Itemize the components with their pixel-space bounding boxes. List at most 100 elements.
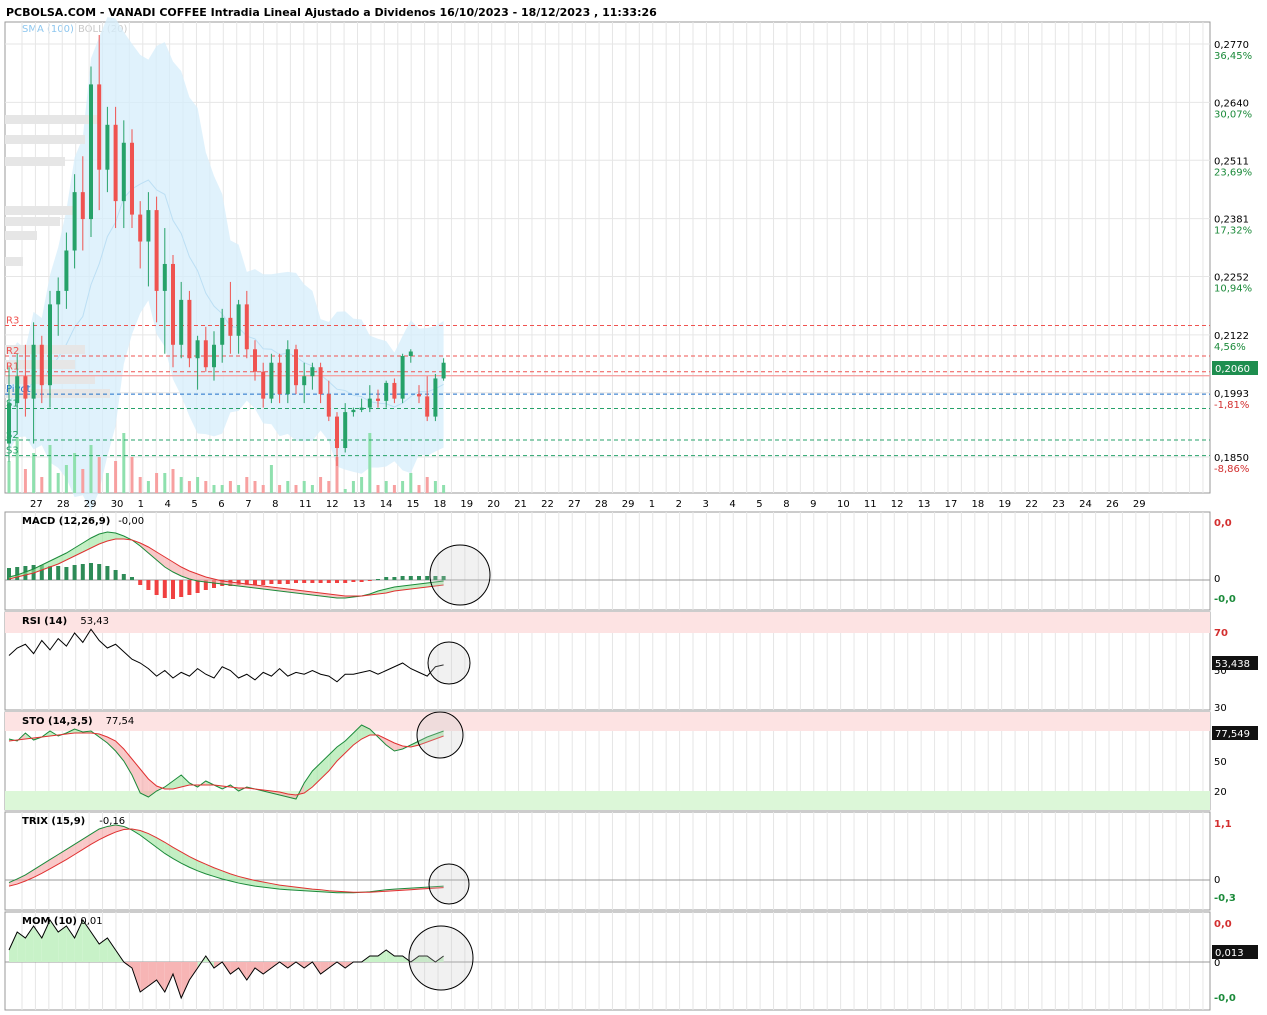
volume-profile-bar [5, 217, 60, 226]
sto-tick-label: 20 [1214, 787, 1227, 798]
mom-highlight-circle [408, 925, 474, 991]
volume-bar [343, 489, 347, 493]
candle-body [392, 382, 397, 399]
sma-legend: SMA (100) [22, 24, 74, 35]
sto-highlight-circle [416, 711, 464, 759]
volume-bar [146, 481, 150, 493]
candle-body [39, 344, 44, 386]
macd-hist-bar [146, 580, 151, 590]
volume-bar [409, 473, 413, 493]
volume-bar [237, 485, 241, 493]
candle-body [335, 416, 339, 449]
candle-body [302, 376, 307, 386]
candle-body [277, 362, 282, 395]
candle-body [171, 263, 175, 345]
mom-tick-label: 0 [1214, 958, 1220, 969]
volume-bar [171, 469, 175, 493]
volume-profile-bar [5, 157, 65, 166]
candle-body [80, 192, 85, 220]
macd-hist-bar [269, 580, 274, 584]
x-tick-label: 22 [1025, 499, 1038, 510]
x-tick-label: 8 [272, 499, 278, 510]
volume-bar [196, 477, 200, 493]
volume-bar [261, 485, 265, 493]
price-pct-label: 23,69% [1214, 167, 1252, 178]
macd-hist-bar [261, 580, 266, 585]
chart-canvas: PCBOLSA.COM - VANADI COFFEE Intradia Lin… [0, 0, 1267, 1015]
trix-name: TRIX (15,9) [22, 816, 85, 827]
macd-hist-bar [326, 580, 331, 583]
x-tick-label: 20 [487, 499, 500, 510]
candle-body [146, 210, 151, 242]
volume-profile-bar [5, 257, 23, 266]
candle-body [113, 124, 118, 202]
volume-bar [32, 453, 36, 493]
candle-body [7, 403, 11, 444]
macd-hist-bar [335, 580, 339, 583]
price-tick-label: 0,2252 [1214, 273, 1249, 284]
macd-hist-bar [392, 577, 397, 580]
x-tick-label: 17 [945, 499, 958, 510]
volume-bar [351, 481, 355, 493]
candle-body [15, 376, 20, 404]
x-tick-label: 2 [676, 499, 682, 510]
volume-bar [138, 477, 142, 493]
volume-bar [302, 481, 306, 493]
price-tick-label: 0,1993 [1214, 389, 1249, 400]
macd-hist-bar [376, 579, 380, 580]
trix-value: -0,16 [99, 816, 125, 827]
volume-bar [278, 485, 282, 493]
macd-hist-bar [138, 580, 143, 585]
macd-hist-bar [179, 580, 184, 597]
price-tick-label: 0,1850 [1214, 453, 1249, 464]
macd-hist-bar [130, 577, 134, 580]
trix-tick-label: 0 [1214, 875, 1220, 886]
x-tick-label: 12 [326, 499, 339, 510]
macd-hist-bar [302, 580, 307, 583]
volume-bar [384, 481, 388, 493]
price-pct-label: 4,56% [1214, 342, 1246, 353]
volume-profile-bar [5, 231, 37, 240]
sto-tick-label: 50 [1214, 757, 1227, 768]
macd-hist-bar [359, 580, 364, 582]
macd-hist-bar [318, 580, 323, 583]
x-tick-label: 22 [541, 499, 554, 510]
candle-body [64, 250, 69, 291]
macd-hist-bar [171, 580, 175, 599]
x-tick-label: 1 [138, 499, 144, 510]
last-price-label: 0,2060 [1215, 364, 1250, 375]
trix-tick-label: 1,1 [1214, 819, 1232, 830]
volume-bar [97, 457, 101, 493]
sto-oversold-zone [5, 791, 1210, 810]
macd-hist-bar [384, 577, 389, 580]
x-tick-label: 5 [756, 499, 762, 510]
price-tick-label: 0,2122 [1214, 331, 1249, 342]
volume-bar [105, 473, 109, 493]
macd-hist-bar [400, 576, 405, 580]
volume-bar [269, 465, 273, 493]
x-tick-label: 19 [460, 499, 473, 510]
price-tick-label: 0,2381 [1214, 215, 1249, 226]
x-tick-label: 14 [380, 499, 393, 510]
volume-bar [122, 433, 126, 493]
macd-tick-label: 0 [1214, 574, 1220, 585]
sto-last-label: 77,549 [1215, 729, 1250, 740]
x-tick-label: 4 [729, 499, 735, 510]
macd-tick-label: 0,0 [1214, 518, 1232, 529]
candle-body [203, 340, 208, 368]
pivot-label: R3 [6, 315, 19, 326]
candle-body [425, 396, 430, 417]
volume-bar [401, 481, 405, 493]
macd-hist-bar [408, 576, 413, 580]
volume-bar [64, 465, 68, 493]
candle-body [376, 398, 380, 401]
macd-hist-bar [15, 567, 20, 580]
volume-profile-bar [5, 135, 85, 144]
sto-overbought-zone [5, 712, 1210, 731]
price-pct-label: -1,81% [1214, 400, 1249, 411]
macd-value: -0,00 [118, 516, 144, 527]
x-tick-label: 26 [1106, 499, 1119, 510]
x-tick-label: 13 [353, 499, 366, 510]
x-tick-label: 3 [703, 499, 709, 510]
candle-body [367, 398, 372, 408]
